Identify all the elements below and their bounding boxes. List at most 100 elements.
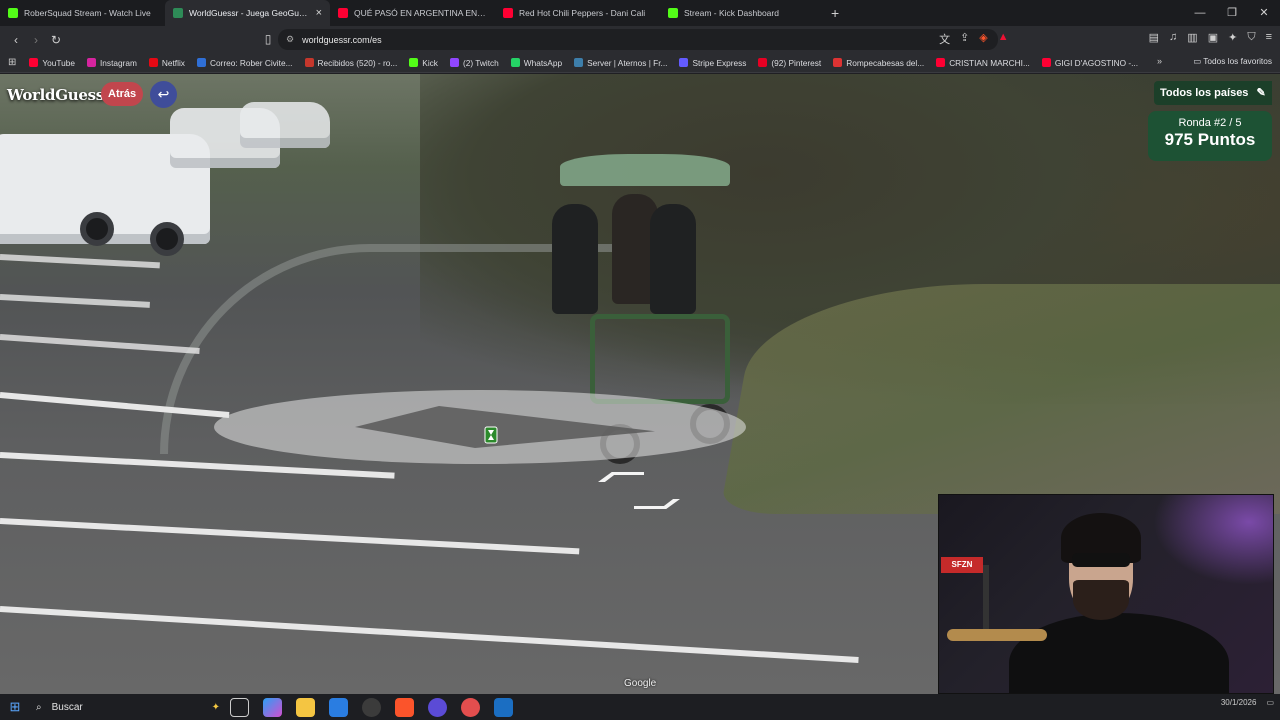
bookmark-item[interactable]: YouTube	[24, 58, 80, 68]
forward-icon[interactable]: ›	[26, 33, 46, 47]
bookmark-icon[interactable]: ▯	[258, 32, 278, 46]
round-counter: Ronda #2 / 5	[1178, 117, 1242, 129]
rewards-icon[interactable]: ▲	[998, 31, 1009, 47]
obs-icon[interactable]	[362, 697, 381, 717]
taskbar: ⊞ ⌕ Buscar ✦ 30/1/2026 ▭	[0, 694, 1280, 720]
mic-arm	[983, 565, 989, 635]
bookmark-item[interactable]: GIGI D'AGOSTINO -...	[1037, 58, 1143, 68]
app-icon[interactable]	[428, 697, 447, 717]
back-button[interactable]: Atrás	[101, 82, 144, 106]
close-tab-icon[interactable]: ×	[316, 7, 322, 19]
street-view-panorama[interactable]: Google WorldGuessr Atrás ↩ Todos los paí…	[0, 74, 1280, 694]
bookmark-item[interactable]: (2) Twitch	[445, 58, 504, 68]
bookmark-favicon-icon	[679, 58, 689, 67]
minimize-button[interactable]: —	[1184, 0, 1216, 26]
parked-car	[240, 102, 330, 148]
site-info-icon[interactable]: ⚙	[286, 34, 294, 45]
window-controls: — ❐ ✕	[1184, 0, 1280, 26]
bookmark-item[interactable]: (92) Pinterest	[753, 58, 826, 68]
bookmark-label: (92) Pinterest	[771, 57, 822, 68]
reading-list-icon[interactable]: ▥	[1187, 31, 1197, 47]
rider	[650, 204, 696, 314]
bookmark-label: Stripe Express	[692, 57, 747, 68]
tab-title: WorldGuessr - Juega GeoGuessr	[189, 8, 310, 18]
worldguessr-logo[interactable]: WorldGuessr	[7, 86, 112, 104]
sidebar-icon[interactable]: ▤	[1149, 31, 1159, 47]
share-icon[interactable]: ⇪	[960, 31, 969, 47]
steam-icon[interactable]	[494, 697, 513, 717]
bookmark-item[interactable]: CRISTIAN MARCHI...	[931, 58, 1035, 68]
bike-frame	[590, 314, 730, 404]
browser-tab[interactable]: Red Hot Chili Peppers - Dani Cali	[495, 0, 660, 26]
countries-label: Todos los países	[1160, 87, 1249, 99]
chevron-icon[interactable]	[634, 499, 680, 509]
all-bookmarks-link[interactable]: ▭ Todos los favoritos	[1193, 56, 1272, 66]
bookmark-label: Kick	[422, 57, 438, 68]
restore-button[interactable]: ❐	[1216, 0, 1248, 26]
browser-tab[interactable]: Stream - Kick Dashboard	[660, 0, 825, 26]
brave-shield-icon[interactable]: ◈	[979, 31, 987, 47]
tray-date[interactable]: 30/1/2026	[1221, 698, 1257, 707]
reload-icon[interactable]: ↻	[46, 33, 66, 47]
bookmark-item[interactable]: Recibidos (520) - ro...	[300, 58, 403, 68]
cursor-icon	[484, 426, 498, 444]
windows-start-icon[interactable]: ⊞	[0, 699, 30, 715]
bookmark-item[interactable]: Rompecabesas del...	[828, 58, 929, 68]
sign-logo: SFZN	[941, 557, 983, 573]
bookmark-favicon-icon	[510, 58, 520, 67]
countries-filter-button[interactable]: Todos los países ✎	[1154, 81, 1272, 105]
browser-toolbar-right: 文 ⇪ ◈ ▲ ▤ ♫ ▥ ▣ ✦ ⛉ ≡	[939, 31, 1272, 47]
browser-tab[interactable]: WorldGuessr - Juega GeoGuessr ×	[165, 0, 330, 26]
translate-icon[interactable]: 文	[939, 31, 950, 47]
bookmarks-overflow-icon[interactable]: »	[1157, 56, 1162, 66]
bookmark-favicon-icon	[29, 58, 39, 67]
url-bar[interactable]: ⚙ worldguessr.com/es	[278, 29, 998, 50]
bookmark-item[interactable]: Correo: Rober Civite...	[192, 58, 298, 68]
google-attribution: Google	[624, 678, 657, 689]
system-tray: 30/1/2026 ▭	[1221, 698, 1274, 707]
bookmark-item[interactable]: Server | Aternos | Fr...	[569, 58, 672, 68]
app-icon[interactable]	[461, 697, 480, 717]
back-icon[interactable]: ‹	[6, 33, 26, 47]
bookmark-item[interactable]: Netflix	[144, 58, 190, 68]
menu-icon[interactable]: ≡	[1266, 31, 1272, 47]
bookmark-item[interactable]: WhatsApp	[506, 58, 567, 68]
bookmark-favicon-icon	[449, 58, 459, 67]
new-tab-button[interactable]: +	[831, 5, 839, 21]
media-icon[interactable]: ♫	[1169, 31, 1177, 47]
bookmark-item[interactable]: Stripe Express	[674, 58, 751, 68]
tab-favicon-icon	[8, 8, 18, 18]
taskbar-search[interactable]: ⌕ Buscar ✦	[30, 697, 220, 717]
apps-grid-icon[interactable]: ⊞	[8, 57, 16, 68]
browser-tab[interactable]: RoberSquad Stream - Watch Live	[0, 0, 165, 26]
bookmark-favicon-icon	[758, 58, 768, 67]
lane-marking	[0, 518, 580, 555]
brave-browser-icon[interactable]	[395, 697, 414, 717]
microphone	[947, 629, 1047, 641]
bookmark-label: YouTube	[42, 57, 75, 68]
bookmark-label: (2) Twitch	[462, 57, 499, 68]
copilot-icon[interactable]	[263, 697, 282, 717]
close-window-button[interactable]: ✕	[1248, 0, 1280, 26]
store-icon[interactable]	[329, 697, 348, 717]
notification-icon[interactable]: ▭	[1266, 698, 1274, 707]
bookmark-label: Rompecabesas del...	[846, 57, 925, 68]
tab-title: Red Hot Chili Peppers - Dani Cali	[519, 8, 646, 18]
bookmark-favicon-icon	[304, 58, 314, 67]
browser-tab[interactable]: QUÉ PASÓ EN ARGENTINA EN FEBRE	[330, 0, 495, 26]
leo-ai-icon[interactable]: ✦	[1228, 31, 1237, 47]
file-explorer-icon[interactable]	[296, 697, 315, 717]
vpn-icon[interactable]: ⛉	[1247, 31, 1255, 47]
bookmark-favicon-icon	[196, 58, 206, 67]
parked-cars	[0, 94, 360, 294]
url-text: worldguessr.com/es	[302, 34, 382, 45]
bookmark-label: Instagram	[100, 57, 137, 68]
streamer-beard	[1073, 580, 1129, 620]
bookmark-item[interactable]: Kick	[404, 58, 443, 68]
tab-favicon-icon	[503, 8, 513, 18]
bookmark-item[interactable]: Instagram	[82, 58, 142, 68]
wallet-icon[interactable]: ▣	[1208, 31, 1218, 47]
return-icon[interactable]: ↩	[150, 81, 177, 108]
task-view-icon[interactable]	[230, 697, 249, 717]
bookmark-favicon-icon	[87, 58, 96, 67]
